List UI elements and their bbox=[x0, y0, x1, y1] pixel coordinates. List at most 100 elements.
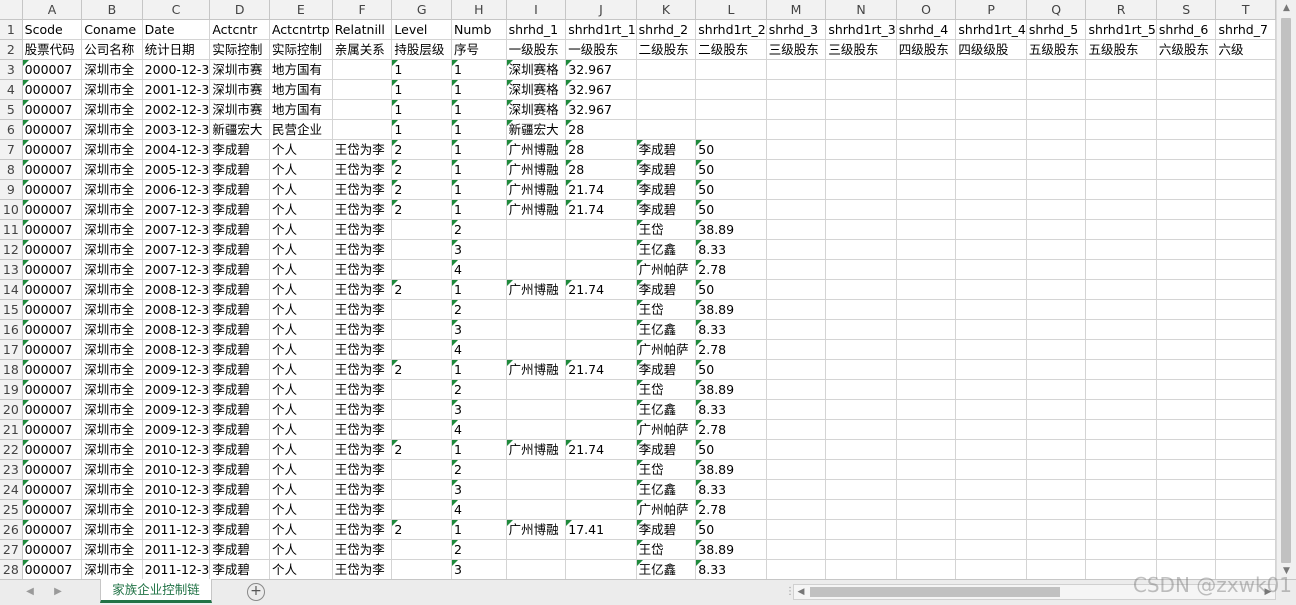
row-header[interactable]: 8 bbox=[0, 159, 23, 180]
cell[interactable]: 个人 bbox=[269, 379, 333, 400]
cell[interactable]: 000007 bbox=[22, 459, 83, 480]
cell[interactable] bbox=[332, 79, 393, 100]
cell[interactable] bbox=[825, 459, 897, 480]
cell[interactable]: 000007 bbox=[22, 139, 83, 160]
cell[interactable]: 2 bbox=[451, 459, 507, 480]
row-header[interactable]: 19 bbox=[0, 379, 23, 400]
cell[interactable]: 000007 bbox=[22, 199, 83, 220]
cell[interactable]: 李成碧 bbox=[209, 139, 270, 160]
cell[interactable]: 50 bbox=[695, 439, 767, 460]
cell[interactable] bbox=[565, 459, 637, 480]
cell[interactable] bbox=[766, 379, 827, 400]
cell[interactable]: 六级 bbox=[1215, 39, 1276, 60]
cell[interactable]: 2 bbox=[391, 139, 453, 160]
cell[interactable]: 李成碧 bbox=[636, 159, 697, 180]
cell[interactable]: 2011-12-3 bbox=[142, 539, 211, 560]
cell[interactable]: 3 bbox=[451, 559, 507, 579]
cell[interactable]: 2009-12-3 bbox=[142, 359, 211, 380]
cell[interactable]: 2 bbox=[391, 279, 453, 300]
cell[interactable]: 持股层级 bbox=[391, 39, 453, 60]
cell[interactable] bbox=[1215, 79, 1276, 100]
cell[interactable] bbox=[766, 119, 827, 140]
cell[interactable]: 000007 bbox=[22, 399, 83, 420]
cell[interactable]: 1 bbox=[391, 59, 453, 80]
row-header[interactable]: 18 bbox=[0, 359, 23, 380]
cell[interactable]: 000007 bbox=[22, 79, 83, 100]
cell[interactable]: 李成碧 bbox=[636, 199, 697, 220]
cell[interactable]: 王亿鑫 bbox=[636, 239, 697, 260]
cell[interactable]: 广州博融 bbox=[506, 179, 567, 200]
cell[interactable] bbox=[1215, 199, 1276, 220]
row-header[interactable]: 16 bbox=[0, 319, 23, 340]
cell[interactable]: 000007 bbox=[22, 519, 83, 540]
row-header[interactable]: 15 bbox=[0, 299, 23, 320]
cell[interactable]: Actcntr bbox=[209, 19, 270, 40]
scroll-up-icon[interactable]: ▲ bbox=[1277, 0, 1296, 16]
cell[interactable] bbox=[506, 539, 567, 560]
cell[interactable]: shrhd1rt_1 bbox=[565, 19, 637, 40]
cell[interactable] bbox=[825, 79, 897, 100]
cell[interactable] bbox=[1215, 259, 1276, 280]
cell[interactable] bbox=[1026, 239, 1087, 260]
cell[interactable]: shrhd1rt_3 bbox=[825, 19, 897, 40]
cell[interactable]: 王岱为李 bbox=[332, 279, 393, 300]
cell[interactable] bbox=[1156, 199, 1217, 220]
cell[interactable] bbox=[565, 379, 637, 400]
cell[interactable]: 8.33 bbox=[695, 399, 767, 420]
cell[interactable]: 28 bbox=[565, 119, 637, 140]
sheet-tab-active[interactable]: 家族企业控制链 bbox=[100, 579, 212, 603]
cell[interactable]: 李成碧 bbox=[209, 499, 270, 520]
cell[interactable] bbox=[565, 259, 637, 280]
cell[interactable]: 4 bbox=[451, 339, 507, 360]
cell[interactable] bbox=[1215, 159, 1276, 180]
cell[interactable]: 王岱 bbox=[636, 459, 697, 480]
cell[interactable] bbox=[391, 539, 453, 560]
cell[interactable] bbox=[1156, 99, 1217, 120]
cell[interactable]: 000007 bbox=[22, 59, 83, 80]
vertical-scrollbar[interactable]: ▲ ▼ bbox=[1276, 0, 1296, 579]
row-header[interactable]: 9 bbox=[0, 179, 23, 200]
cell[interactable]: 8.33 bbox=[695, 239, 767, 260]
cell[interactable]: 50 bbox=[695, 159, 767, 180]
cell[interactable] bbox=[825, 219, 897, 240]
cell[interactable]: 000007 bbox=[22, 159, 83, 180]
cell[interactable] bbox=[391, 299, 453, 320]
cell[interactable] bbox=[896, 159, 957, 180]
cell[interactable]: 李成碧 bbox=[209, 159, 270, 180]
cell[interactable] bbox=[896, 339, 957, 360]
cell[interactable]: 000007 bbox=[22, 539, 83, 560]
cell[interactable] bbox=[825, 519, 897, 540]
cell[interactable]: 2007-12-3 bbox=[142, 239, 211, 260]
cell[interactable]: 1 bbox=[391, 119, 453, 140]
cell[interactable] bbox=[825, 259, 897, 280]
cell[interactable] bbox=[506, 559, 567, 579]
cell[interactable]: 2007-12-3 bbox=[142, 259, 211, 280]
cell[interactable] bbox=[896, 299, 957, 320]
cell[interactable] bbox=[1085, 79, 1157, 100]
cell[interactable] bbox=[955, 419, 1027, 440]
cell[interactable] bbox=[565, 479, 637, 500]
cell[interactable]: 2002-12-3 bbox=[142, 99, 211, 120]
cell[interactable] bbox=[565, 419, 637, 440]
cell[interactable] bbox=[1085, 159, 1157, 180]
cell[interactable] bbox=[766, 259, 827, 280]
cell[interactable]: 股票代码 bbox=[22, 39, 83, 60]
cell[interactable]: 个人 bbox=[269, 279, 333, 300]
cell[interactable] bbox=[636, 119, 697, 140]
cell[interactable]: 21.74 bbox=[565, 279, 637, 300]
cell[interactable]: 深圳市全 bbox=[81, 119, 143, 140]
cell[interactable]: 李成碧 bbox=[209, 419, 270, 440]
cell[interactable]: 8.33 bbox=[695, 559, 767, 579]
cell[interactable]: 李成碧 bbox=[209, 559, 270, 579]
cell[interactable]: 王岱为李 bbox=[332, 419, 393, 440]
cell[interactable] bbox=[506, 459, 567, 480]
cell[interactable]: 深圳赛格 bbox=[506, 59, 567, 80]
cell[interactable] bbox=[1026, 59, 1087, 80]
cell[interactable] bbox=[1156, 239, 1217, 260]
row-header[interactable]: 22 bbox=[0, 439, 23, 460]
cell[interactable] bbox=[955, 319, 1027, 340]
row-header[interactable]: 3 bbox=[0, 59, 23, 80]
cell[interactable] bbox=[766, 399, 827, 420]
cell[interactable] bbox=[391, 479, 453, 500]
cell[interactable]: 17.41 bbox=[565, 519, 637, 540]
